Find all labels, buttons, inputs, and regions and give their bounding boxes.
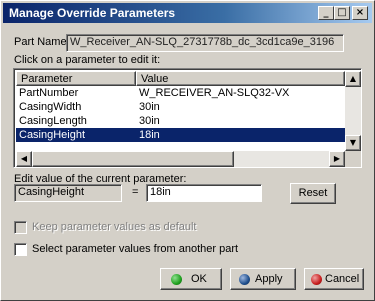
title-bar[interactable]: Manage Override Parameters _ □ ×	[3, 3, 372, 23]
keep-default-label: Keep parameter values as default	[32, 221, 197, 233]
apply-status-icon	[239, 274, 250, 285]
horizontal-scroll-thumb[interactable]	[32, 151, 234, 167]
close-button[interactable]: ×	[352, 6, 368, 20]
list-row[interactable]: CasingLength 30in	[16, 114, 345, 128]
row-value: W_RECEIVER_AN-SLQ32-VX	[139, 87, 290, 99]
reset-button[interactable]: Reset	[290, 183, 336, 204]
row-value: 30in	[139, 101, 160, 113]
apply-button[interactable]: Apply	[230, 268, 296, 290]
list-caption: Click on a parameter to edit it:	[14, 54, 161, 66]
scroll-up-arrow-icon[interactable]: ▲	[345, 71, 361, 87]
equals-sign: =	[132, 186, 139, 198]
cancel-label: Cancel	[325, 273, 360, 285]
parameter-list[interactable]: Parameter Value PartNumber W_RECEIVER_AN…	[13, 68, 362, 168]
row-parameter: CasingLength	[19, 115, 87, 127]
parameter-value-input[interactable]: 18in	[146, 184, 262, 202]
list-row[interactable]: CasingWidth 30in	[16, 100, 345, 114]
list-row[interactable]: PartNumber W_RECEIVER_AN-SLQ32-VX	[16, 86, 345, 100]
from-other-part-checkbox[interactable]	[14, 243, 27, 256]
from-other-part-label: Select parameter values from another par…	[32, 243, 239, 255]
ok-label: OK	[191, 273, 207, 285]
ok-button[interactable]: OK	[160, 268, 222, 290]
apply-label: Apply	[255, 273, 283, 285]
cancel-button[interactable]: Cancel	[304, 268, 364, 290]
scroll-right-arrow-icon[interactable]: ▶	[329, 151, 345, 167]
keep-default-checkbox[interactable]	[14, 221, 27, 234]
scroll-down-arrow-icon[interactable]: ▼	[345, 135, 361, 151]
dialog-window: Manage Override Parameters _ □ × Part Na…	[0, 0, 375, 301]
maximize-button[interactable]: □	[334, 6, 350, 20]
window-title: Manage Override Parameters	[9, 6, 176, 20]
column-header-value[interactable]: Value	[136, 71, 345, 86]
current-parameter-field: CasingHeight	[14, 184, 122, 202]
column-header-parameter[interactable]: Parameter	[16, 71, 136, 86]
list-row-selected[interactable]: CasingHeight 18in	[16, 128, 345, 142]
vertical-scrollbar[interactable]: ▲ ▼	[345, 71, 361, 151]
row-parameter: PartNumber	[19, 87, 79, 99]
row-parameter: CasingHeight	[19, 129, 86, 141]
row-value: 18in	[139, 129, 160, 141]
scrollbar-corner	[345, 151, 361, 167]
ok-status-icon	[171, 274, 182, 285]
scroll-left-arrow-icon[interactable]: ◀	[16, 151, 32, 167]
minimize-button[interactable]: _	[318, 6, 334, 20]
horizontal-scrollbar[interactable]: ◀ ▶	[16, 151, 345, 167]
row-value: 30in	[139, 115, 160, 127]
part-name-field: W_Receiver_AN-SLQ_2731778b_dc_3cd1ca9e_3…	[66, 34, 344, 52]
row-parameter: CasingWidth	[19, 101, 82, 113]
cancel-status-icon	[311, 274, 322, 285]
part-name-label: Part Name:	[14, 36, 70, 48]
